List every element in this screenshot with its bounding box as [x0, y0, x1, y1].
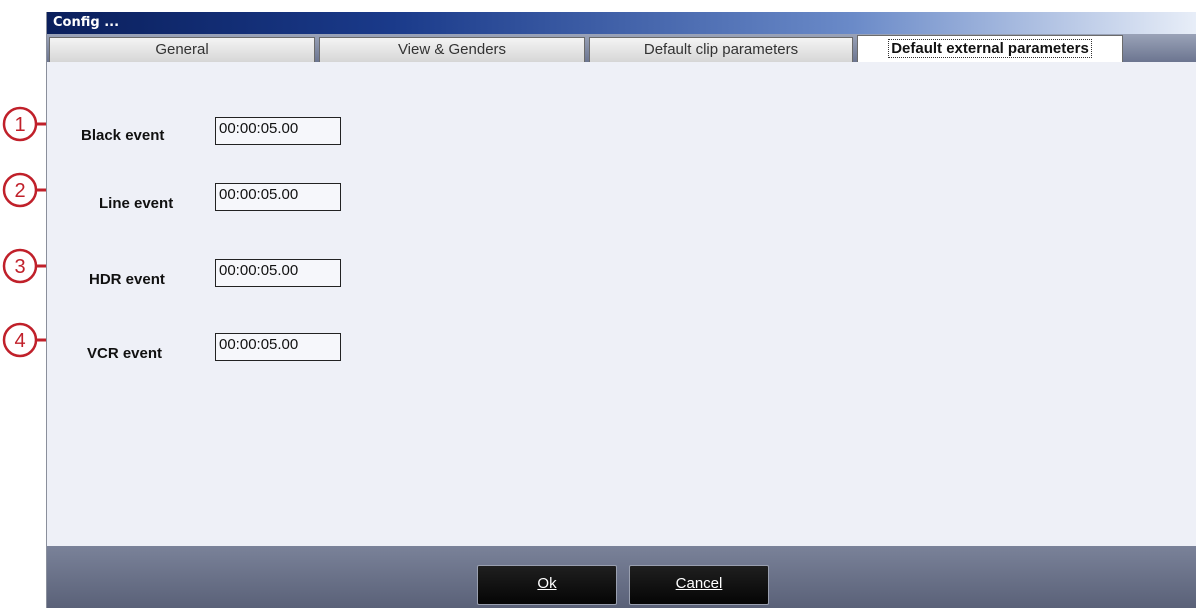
tab-default-clip-parameters-label: Default clip parameters — [643, 41, 799, 58]
tab-default-external-parameters-label: Default external parameters — [888, 39, 1092, 58]
tab-view-genders-label: View & Genders — [397, 41, 507, 58]
vcr-event-field[interactable]: 00:00:05.00 — [215, 333, 341, 361]
black-event-field[interactable]: 00:00:05.00 — [215, 117, 341, 145]
line-event-label: Line event — [99, 195, 174, 212]
hdr-event-field[interactable]: 00:00:05.00 — [215, 259, 341, 287]
line-event-field[interactable]: 00:00:05.00 — [215, 183, 341, 211]
tab-general-label: General — [155, 41, 209, 58]
tab-default-external-parameters[interactable]: Default external parameters — [857, 35, 1123, 62]
ok-button[interactable]: Ok — [477, 565, 617, 605]
external-parameters-panel: Black event 00:00:05.00 Line event 00:00… — [47, 62, 1196, 546]
config-window: Config ... General View & Genders Defaul… — [46, 12, 1196, 608]
window-title: Config ... — [53, 15, 120, 30]
tab-strip: General View & Genders Default clip para… — [47, 34, 1196, 62]
svg-text:1: 1 — [14, 114, 25, 136]
svg-text:2: 2 — [14, 180, 25, 202]
tab-default-clip-parameters[interactable]: Default clip parameters — [589, 37, 853, 62]
tab-general[interactable]: General — [49, 37, 315, 62]
tab-view-genders[interactable]: View & Genders — [319, 37, 585, 62]
svg-text:3: 3 — [14, 256, 25, 278]
title-bar[interactable]: Config ... — [47, 12, 1196, 34]
cancel-button[interactable]: Cancel — [629, 565, 769, 605]
svg-text:4: 4 — [14, 330, 25, 352]
hdr-event-label: HDR event — [89, 271, 165, 288]
vcr-event-label: VCR event — [87, 345, 163, 362]
black-event-label: Black event — [81, 127, 165, 144]
button-bar: Ok Cancel — [47, 546, 1196, 608]
